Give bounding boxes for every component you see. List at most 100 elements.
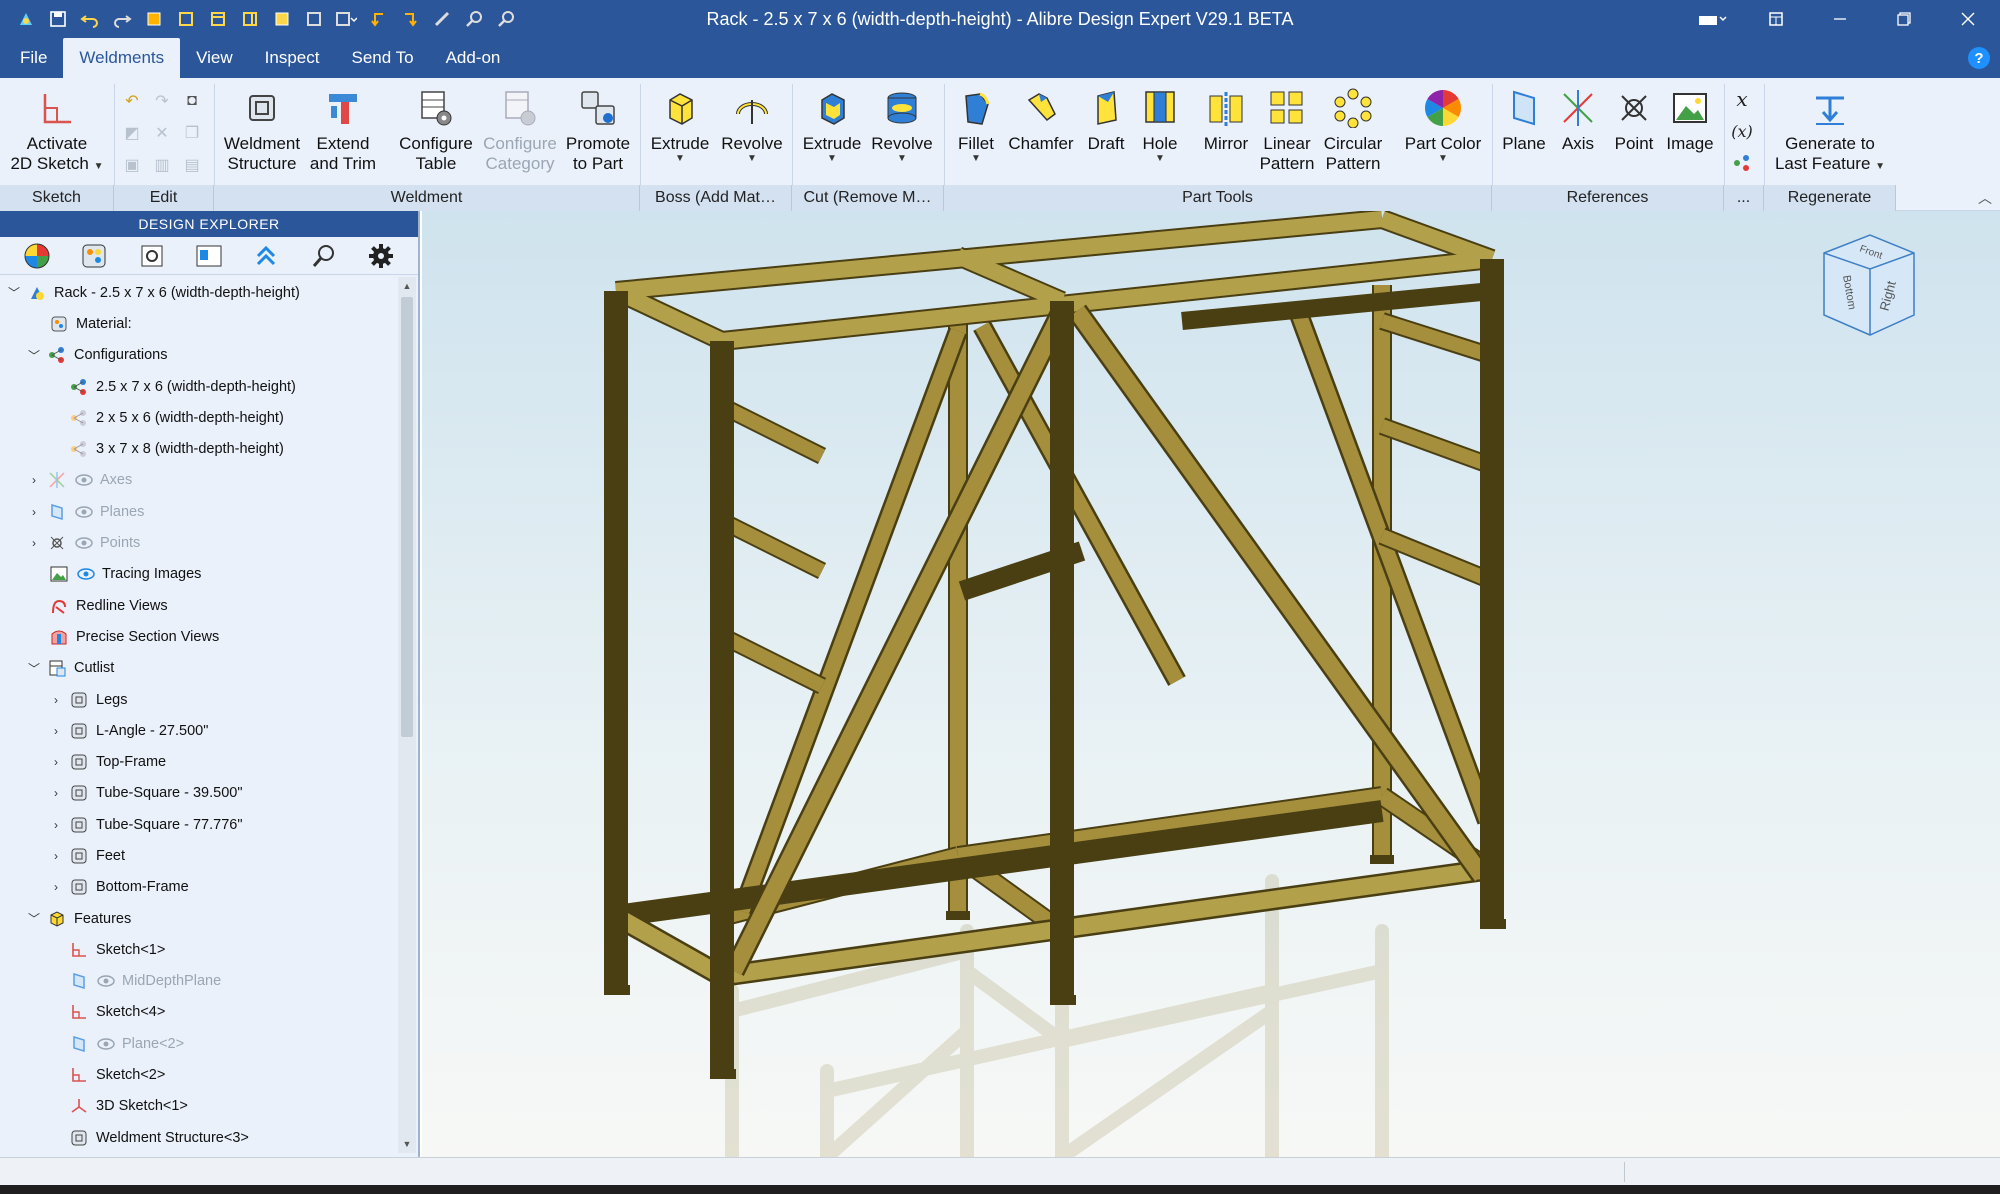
mirror-button[interactable]: Mirror xyxy=(1198,82,1254,182)
view-front-icon[interactable] xyxy=(172,5,200,33)
menu-view[interactable]: View xyxy=(180,38,249,78)
expand-icon[interactable]: › xyxy=(48,692,64,708)
plane-button[interactable]: Plane xyxy=(1496,82,1552,182)
expand-icon[interactable]: › xyxy=(48,848,64,864)
axis-button[interactable]: Axis xyxy=(1552,82,1604,182)
menu-weldments[interactable]: Weldments xyxy=(63,38,181,78)
hole-button[interactable]: Hole ▼ xyxy=(1134,82,1186,182)
tree-item-cutlist-tube-square-39[interactable]: › Tube-Square - 39.500" xyxy=(0,778,398,809)
undo-icon[interactable] xyxy=(76,5,104,33)
collapse-icon[interactable]: ﹀ xyxy=(26,911,42,927)
collapse-icon[interactable]: ﹀ xyxy=(26,660,42,676)
menu-send-to[interactable]: Send To xyxy=(335,38,429,78)
expand-icon[interactable]: › xyxy=(48,754,64,770)
tree-item-sketch-4[interactable]: Sketch<4> xyxy=(0,997,398,1028)
copy-format-icon[interactable]: ▥ xyxy=(148,150,176,180)
select-all-icon[interactable]: ◩ xyxy=(118,118,146,148)
visibility-eye-icon[interactable] xyxy=(96,974,116,988)
view-iso-icon[interactable] xyxy=(268,5,296,33)
tree-item-cutlist[interactable]: ﹀ Cutlist xyxy=(0,653,398,684)
visibility-eye-icon[interactable] xyxy=(74,505,94,519)
tree-item-configuration[interactable]: 2 x 5 x 6 (width-depth-height) xyxy=(0,402,398,433)
collapse-ribbon-icon[interactable]: ︿ xyxy=(1978,188,1992,208)
promote-to-part-button[interactable]: Promote to Part xyxy=(562,82,634,182)
tree-item-configuration[interactable]: 3 x 7 x 8 (width-depth-height) xyxy=(0,433,398,464)
extend-and-trim-button[interactable]: Extend and Trim xyxy=(306,82,380,182)
tree-item-cutlist-legs[interactable]: › Legs xyxy=(0,684,398,715)
tree-item-configurations[interactable]: ﹀ Configurations xyxy=(0,340,398,371)
rotate-right-icon[interactable] xyxy=(396,5,424,33)
collapse-all-icon[interactable] xyxy=(250,240,282,272)
app-menu-icon[interactable] xyxy=(12,5,40,33)
view-options-icon[interactable] xyxy=(332,5,360,33)
restore-button[interactable] xyxy=(1872,0,1936,38)
zoom-icon[interactable] xyxy=(492,5,520,33)
global-parameters-icon[interactable]: (x) xyxy=(1730,118,1754,144)
tree-item-cutlist-bottom-frame[interactable]: › Bottom-Frame xyxy=(0,872,398,903)
close-button[interactable] xyxy=(1936,0,2000,38)
tree-item-redline-views[interactable]: Redline Views xyxy=(0,590,398,621)
tree-item-cutlist-l-angle[interactable]: › L-Angle - 27.500" xyxy=(0,715,398,746)
view-bottom-icon[interactable] xyxy=(300,5,328,33)
tree-item-section-views[interactable]: Precise Section Views xyxy=(0,621,398,652)
delete-icon[interactable]: ✕ xyxy=(148,118,176,148)
help-icon[interactable]: ? xyxy=(1968,47,1990,69)
menu-inspect[interactable]: Inspect xyxy=(249,38,336,78)
view-top-icon[interactable] xyxy=(204,5,232,33)
visibility-eye-icon[interactable] xyxy=(76,567,96,581)
tree-item-axes[interactable]: › Axes xyxy=(0,465,398,496)
configure-table-button[interactable]: Configure Table xyxy=(392,82,480,182)
tree-item-sketch-1[interactable]: Sketch<1> xyxy=(0,934,398,965)
color-wheel-icon[interactable] xyxy=(21,240,53,272)
collapse-icon[interactable]: ﹀ xyxy=(6,285,22,301)
tree-item-cutlist-tube-square-77[interactable]: › Tube-Square - 77.776" xyxy=(0,809,398,840)
minimize-button[interactable] xyxy=(1808,0,1872,38)
cut-extrude-button[interactable]: Extrude ▼ xyxy=(796,82,868,182)
cut-revolve-button[interactable]: Revolve ▼ xyxy=(866,82,938,182)
chamfer-button[interactable]: Chamfer xyxy=(1004,82,1078,182)
expand-icon[interactable]: › xyxy=(48,785,64,801)
expand-icon[interactable]: › xyxy=(26,504,42,520)
tree-scrollbar[interactable]: ▲ ▼ xyxy=(398,277,416,1153)
expand-icon[interactable]: › xyxy=(26,472,42,488)
redo-icon[interactable]: ↷ xyxy=(148,86,176,116)
circular-pattern-button[interactable]: Circular Pattern xyxy=(1320,82,1386,182)
redo-icon[interactable] xyxy=(108,5,136,33)
tree-item-plane-2[interactable]: Plane<2> xyxy=(0,1028,398,1059)
expand-icon[interactable]: › xyxy=(48,817,64,833)
tree-item-root[interactable]: ﹀ Rack - 2.5 x 7 x 6 (width-depth-height… xyxy=(0,277,398,308)
equation-editor-icon[interactable]: x xyxy=(1730,86,1754,112)
new-part-icon[interactable] xyxy=(140,5,168,33)
copy-icon[interactable]: ❐ xyxy=(178,118,206,148)
configurations-icon[interactable] xyxy=(1730,150,1754,176)
point-button[interactable]: Point xyxy=(1604,82,1664,182)
visibility-eye-icon[interactable] xyxy=(96,1037,116,1051)
menu-file[interactable]: File xyxy=(4,38,63,78)
configure-category-button[interactable]: Configure Category xyxy=(480,82,560,182)
tree-item-sketch-2[interactable]: Sketch<2> xyxy=(0,1059,398,1090)
cut-icon[interactable]: ▣ xyxy=(118,150,146,180)
scroll-up-icon[interactable]: ▲ xyxy=(398,277,416,295)
draft-button[interactable]: Draft xyxy=(1078,82,1134,182)
tree-item-configuration-active[interactable]: 2.5 x 7 x 6 (width-depth-height) xyxy=(0,371,398,402)
3d-viewport[interactable]: Front Right Bottom xyxy=(422,211,2000,1157)
menu-add-on[interactable]: Add-on xyxy=(430,38,517,78)
zoom-fit-icon[interactable] xyxy=(460,5,488,33)
save-icon[interactable] xyxy=(44,5,72,33)
paste-icon[interactable]: ▤ xyxy=(178,150,206,180)
visibility-eye-icon[interactable] xyxy=(74,536,94,550)
view-cube[interactable]: Front Right Bottom xyxy=(1810,233,1930,358)
collapse-icon[interactable]: ﹀ xyxy=(26,347,42,363)
linear-pattern-button[interactable]: Linear Pattern xyxy=(1254,82,1320,182)
display-mode-icon[interactable] xyxy=(1680,0,1744,38)
tree-item-material[interactable]: Material: xyxy=(0,308,398,339)
visibility-eye-icon[interactable] xyxy=(74,473,94,487)
boss-revolve-button[interactable]: Revolve ▼ xyxy=(716,82,788,182)
part-color-button[interactable]: Part Color ▼ xyxy=(1398,82,1488,182)
settings-gear-icon[interactable] xyxy=(136,240,168,272)
tree-item-cutlist-feet[interactable]: › Feet xyxy=(0,840,398,871)
scroll-thumb[interactable] xyxy=(401,297,413,737)
tree-item-tracing-images[interactable]: Tracing Images xyxy=(0,559,398,590)
tree-item-weldment-structure-3[interactable]: Weldment Structure<3> xyxy=(0,1122,398,1153)
tree-item-planes[interactable]: › Planes xyxy=(0,496,398,527)
